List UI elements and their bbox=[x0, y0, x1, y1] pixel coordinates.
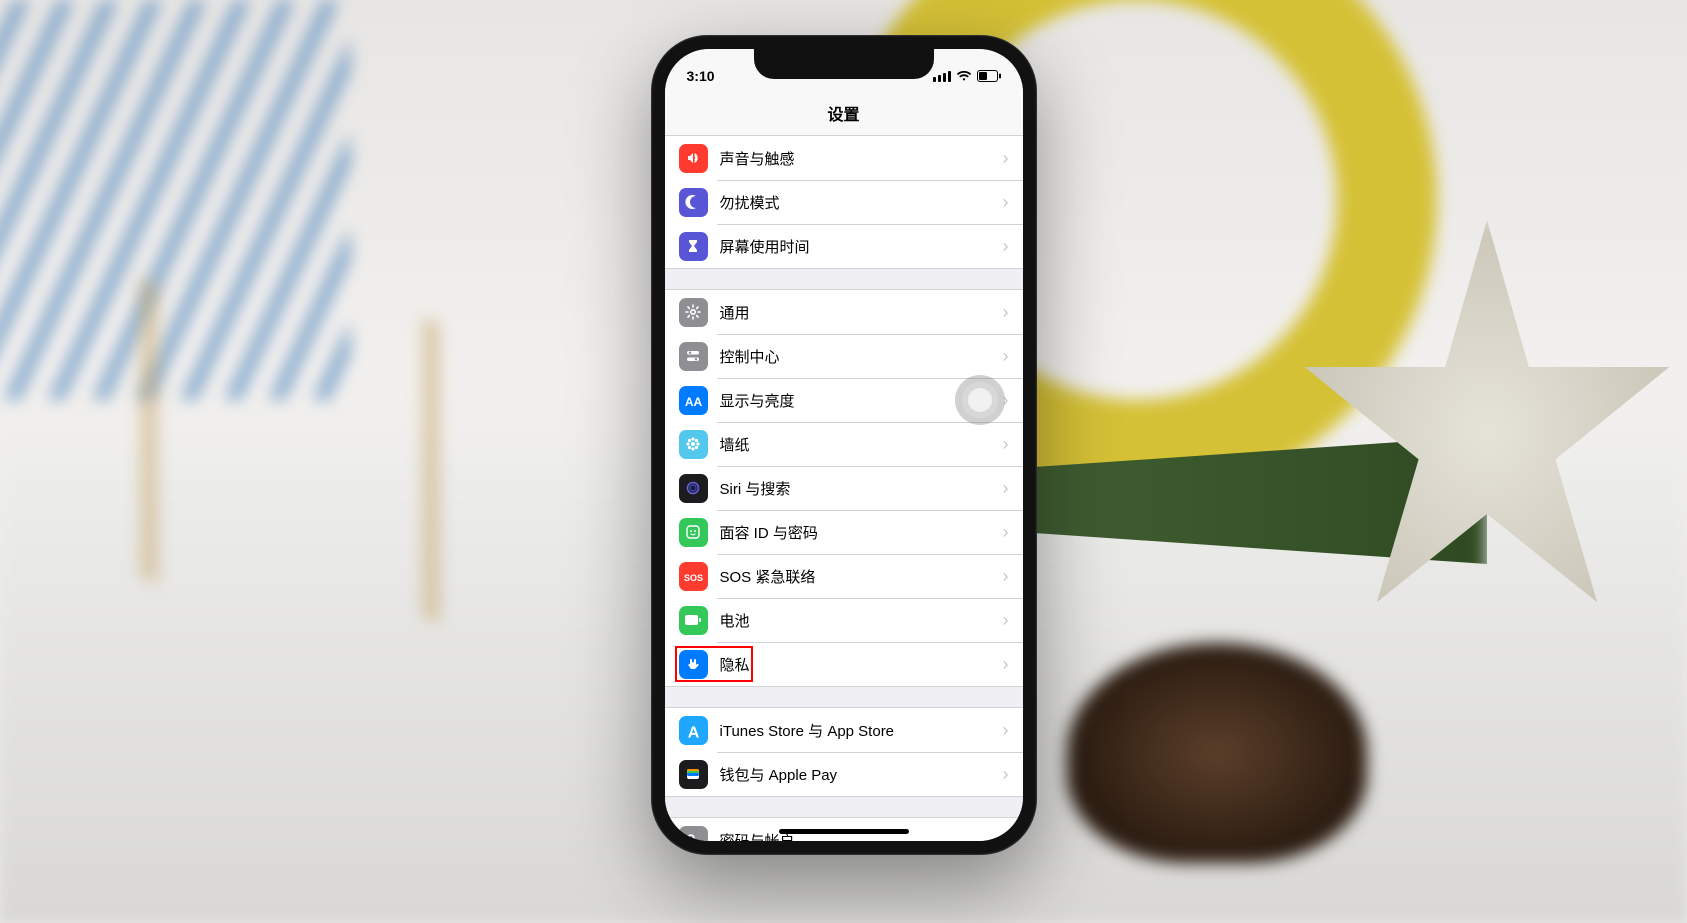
chevron-right-icon: › bbox=[1003, 236, 1009, 257]
row-label: 通用 bbox=[720, 302, 1003, 323]
row-label: 面容 ID 与密码 bbox=[720, 522, 1003, 543]
settings-row-sounds[interactable]: 声音与触感› bbox=[665, 136, 1023, 180]
settings-row-sos[interactable]: SOS SOS 紧急联络› bbox=[665, 554, 1023, 598]
chevron-right-icon: › bbox=[1003, 434, 1009, 455]
svg-text:SOS: SOS bbox=[683, 573, 702, 583]
settings-row-siri[interactable]: Siri 与搜索› bbox=[665, 466, 1023, 510]
wallpaper-icon bbox=[679, 430, 708, 459]
row-label: 隐私 bbox=[720, 654, 1003, 675]
chevron-right-icon: › bbox=[1003, 654, 1009, 675]
chevron-right-icon: › bbox=[1003, 478, 1009, 499]
row-label: 勿扰模式 bbox=[720, 192, 1003, 213]
settings-group: 通用›控制中心›AA显示与亮度›墙纸›Siri 与搜索›面容 ID 与密码›SO… bbox=[665, 289, 1023, 687]
control-icon bbox=[679, 342, 708, 371]
settings-list[interactable]: 声音与触感›勿扰模式›屏幕使用时间›通用›控制中心›AA显示与亮度›墙纸›Sir… bbox=[665, 136, 1023, 841]
status-icons bbox=[933, 70, 1001, 82]
settings-row-battery[interactable]: 电池› bbox=[665, 598, 1023, 642]
page-title: 设置 bbox=[665, 93, 1023, 136]
chevron-right-icon: › bbox=[1003, 148, 1009, 169]
settings-row-wallpaper[interactable]: 墙纸› bbox=[665, 422, 1023, 466]
svg-text:A: A bbox=[687, 724, 699, 741]
battery-icon bbox=[679, 606, 708, 635]
settings-group: AiTunes Store 与 App Store›钱包与 Apple Pay› bbox=[665, 707, 1023, 797]
row-label: 电池 bbox=[720, 610, 1003, 631]
row-label: SOS 紧急联络 bbox=[720, 566, 1003, 587]
settings-row-privacy[interactable]: 隐私› bbox=[665, 642, 1023, 686]
row-label: 声音与触感 bbox=[720, 148, 1003, 169]
chevron-right-icon: › bbox=[1003, 346, 1009, 367]
settings-row-screentime[interactable]: 屏幕使用时间› bbox=[665, 224, 1023, 268]
assistive-touch-button[interactable] bbox=[955, 375, 1005, 425]
row-label: 墙纸 bbox=[720, 434, 1003, 455]
privacy-icon bbox=[679, 650, 708, 679]
faceid-icon bbox=[679, 518, 708, 547]
phone-frame: 3:10 设置 声音与触感›勿扰模式›屏幕使用时间›通用›控制中心›AA显示与亮… bbox=[651, 35, 1037, 855]
background-stand bbox=[140, 279, 440, 621]
sos-icon: SOS bbox=[679, 562, 708, 591]
settings-row-wallet[interactable]: 钱包与 Apple Pay› bbox=[665, 752, 1023, 796]
wallet-icon bbox=[679, 760, 708, 789]
settings-group: 声音与触感›勿扰模式›屏幕使用时间› bbox=[665, 136, 1023, 269]
general-icon bbox=[679, 298, 708, 327]
home-indicator[interactable] bbox=[779, 829, 909, 834]
chevron-right-icon: › bbox=[1003, 522, 1009, 543]
itunes-icon: A bbox=[679, 716, 708, 745]
dnd-icon bbox=[679, 188, 708, 217]
wifi-icon bbox=[956, 70, 972, 82]
chevron-right-icon: › bbox=[1003, 830, 1009, 842]
row-label: Siri 与搜索 bbox=[720, 478, 1003, 499]
settings-row-dnd[interactable]: 勿扰模式› bbox=[665, 180, 1023, 224]
screentime-icon bbox=[679, 232, 708, 261]
signal-icon bbox=[933, 71, 951, 82]
chevron-right-icon: › bbox=[1003, 764, 1009, 785]
passwords-icon bbox=[679, 826, 708, 842]
svg-text:AA: AA bbox=[684, 394, 702, 408]
phone-notch bbox=[754, 49, 934, 79]
background-pinecone bbox=[1067, 643, 1367, 863]
row-label: iTunes Store 与 App Store bbox=[720, 720, 1003, 741]
row-label: 控制中心 bbox=[720, 346, 1003, 367]
sounds-icon bbox=[679, 144, 708, 173]
settings-row-general[interactable]: 通用› bbox=[665, 290, 1023, 334]
chevron-right-icon: › bbox=[1003, 720, 1009, 741]
display-icon: AA bbox=[679, 386, 708, 415]
chevron-right-icon: › bbox=[1003, 610, 1009, 631]
battery-icon bbox=[977, 70, 1001, 82]
settings-row-faceid[interactable]: 面容 ID 与密码› bbox=[665, 510, 1023, 554]
chevron-right-icon: › bbox=[1003, 566, 1009, 587]
chevron-right-icon: › bbox=[1003, 302, 1009, 323]
chevron-right-icon: › bbox=[1003, 192, 1009, 213]
siri-icon bbox=[679, 474, 708, 503]
row-label: 钱包与 Apple Pay bbox=[720, 764, 1003, 785]
settings-row-itunes[interactable]: AiTunes Store 与 App Store› bbox=[665, 708, 1023, 752]
phone-screen: 3:10 设置 声音与触感›勿扰模式›屏幕使用时间›通用›控制中心›AA显示与亮… bbox=[665, 49, 1023, 841]
status-time: 3:10 bbox=[687, 68, 715, 84]
settings-row-control[interactable]: 控制中心› bbox=[665, 334, 1023, 378]
row-label: 屏幕使用时间 bbox=[720, 236, 1003, 257]
